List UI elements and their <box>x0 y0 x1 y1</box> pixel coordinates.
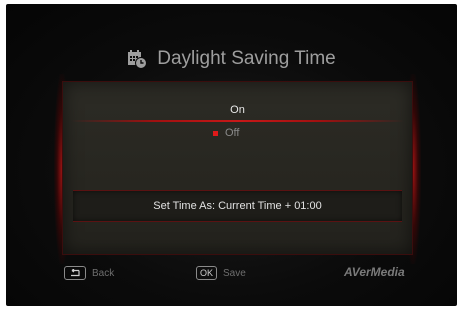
option-on[interactable]: On <box>63 104 412 116</box>
page-title: Daylight Saving Time <box>157 48 336 69</box>
set-time-label: Set Time As: Current Time + 01:00 <box>153 200 322 212</box>
menu-header: Daylight Saving Time <box>6 48 457 70</box>
option-off[interactable]: Off <box>213 127 239 139</box>
tv-menu-screen: Daylight Saving Time On Off Set Time As:… <box>6 4 457 306</box>
save-label: Save <box>223 267 246 279</box>
save-hint[interactable]: OK Save <box>196 266 246 280</box>
current-value-marker-icon <box>213 130 218 136</box>
selection-highlight <box>71 120 404 122</box>
option-off-label: Off <box>225 127 240 139</box>
brand-logo: AVerMedia <box>344 265 405 279</box>
back-hint[interactable]: Back <box>64 266 114 280</box>
calendar-clock-icon <box>127 49 148 69</box>
set-time-field[interactable]: Set Time As: Current Time + 01:00 <box>73 190 402 222</box>
ok-key-icon: OK <box>196 266 218 280</box>
back-label: Back <box>92 267 115 279</box>
footer-bar: Back OK Save AVerMedia <box>6 264 457 284</box>
options-panel: On Off Set Time As: Current Time + 01:00 <box>63 82 412 254</box>
return-arrow-icon <box>64 266 86 280</box>
